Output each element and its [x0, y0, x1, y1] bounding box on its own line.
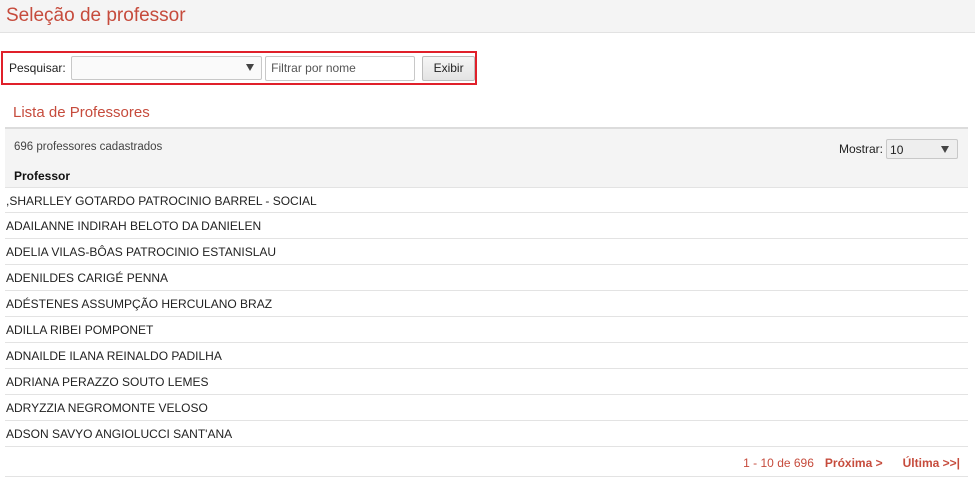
- table-row[interactable]: ADAILANNE INDIRAH BELOTO DA DANIELEN: [5, 213, 968, 239]
- pagination-range: 1 - 10 de 696: [743, 456, 814, 470]
- column-header-professor: Professor: [14, 169, 71, 183]
- table-row[interactable]: ADNAILDE ILANA REINALDO PADILHA: [5, 343, 968, 369]
- last-page-link[interactable]: Última >>|: [903, 456, 960, 470]
- table-row[interactable]: ADÉSTENES ASSUMPÇÃO HERCULANO BRAZ: [5, 291, 968, 317]
- page-size-select[interactable]: 10: [886, 139, 959, 159]
- search-filter-bar: Pesquisar: Exibir: [1, 51, 477, 85]
- table-row[interactable]: ADELIA VILAS-BÔAS PATROCINIO ESTANISLAU: [5, 239, 968, 265]
- professor-list: ,SHARLLEY GOTARDO PATROCINIO BARREL - SO…: [5, 187, 968, 447]
- chevron-down-icon: [941, 146, 950, 153]
- page-size-label: Mostrar:: [839, 142, 884, 156]
- table-row[interactable]: ADSON SAVYO ANGIOLUCCI SANT'ANA: [5, 421, 968, 447]
- show-button[interactable]: Exibir: [422, 55, 475, 81]
- name-filter-input[interactable]: [265, 55, 416, 81]
- page: Seleção de professor Pesquisar: Exibir L…: [0, 0, 975, 479]
- divider: [5, 476, 968, 477]
- table-row[interactable]: ADRIANA PERAZZO SOUTO LEMES: [5, 369, 968, 395]
- search-label: Pesquisar:: [9, 61, 66, 75]
- search-type-select[interactable]: [70, 56, 263, 80]
- table-row[interactable]: ADENILDES CARIGÉ PENNA: [5, 265, 968, 291]
- page-header: Seleção de professor: [0, 0, 975, 33]
- record-count: 696 professores cadastrados: [14, 141, 163, 153]
- page-size-value: 10: [890, 143, 904, 157]
- page-size-control: Mostrar: 10: [839, 139, 959, 159]
- next-page-link[interactable]: Próxima >: [825, 456, 883, 470]
- page-title: Seleção de professor: [6, 5, 186, 26]
- table-row[interactable]: ,SHARLLEY GOTARDO PATROCINIO BARREL - SO…: [5, 187, 968, 213]
- list-toolbar: 696 professores cadastrados Mostrar: 10 …: [5, 127, 968, 187]
- table-row[interactable]: ADILLA RIBEI POMPONET: [5, 317, 968, 343]
- chevron-down-icon: [246, 64, 255, 71]
- pagination: 1 - 10 de 696 Próxima > Última >>|: [743, 456, 960, 470]
- table-row[interactable]: ADRYZZIA NEGROMONTE VELOSO: [5, 395, 968, 421]
- list-title: Lista de Professores: [13, 104, 150, 121]
